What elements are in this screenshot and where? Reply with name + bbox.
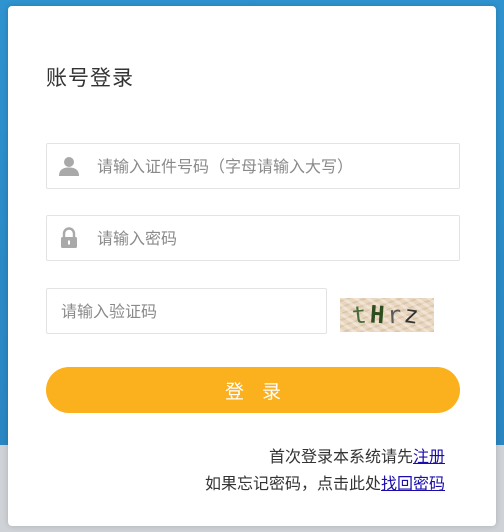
captcha-image[interactable]: t H r z [340,298,434,332]
forgot-password-link[interactable]: 找回密码 [381,474,445,493]
forgot-prompt: 如果忘记密码，点击此处 [204,474,381,493]
captcha-char: H [368,300,388,330]
register-prompt: 首次登录本系统请先 [268,447,413,466]
id-number-field [46,143,460,189]
help-links: 首次登录本系统请先注册 如果忘记密码，点击此处找回密码 [205,443,445,497]
login-card: 账号登录 t H r z 登录 首次登录本系统请先注册 [8,6,496,526]
register-line: 首次登录本系统请先注册 [205,443,445,470]
captcha-input[interactable] [47,289,326,333]
login-button[interactable]: 登录 [46,367,460,413]
forgot-line: 如果忘记密码，点击此处找回密码 [205,470,445,497]
id-number-input[interactable] [91,144,451,188]
lock-icon [47,216,91,260]
user-icon [47,144,91,188]
captcha-field [46,288,327,334]
captcha-char: t [350,300,371,330]
captcha-char: z [402,299,424,331]
login-title: 账号登录 [46,66,134,90]
password-field [46,215,460,261]
password-input[interactable] [91,216,451,260]
register-link[interactable]: 注册 [413,447,445,466]
